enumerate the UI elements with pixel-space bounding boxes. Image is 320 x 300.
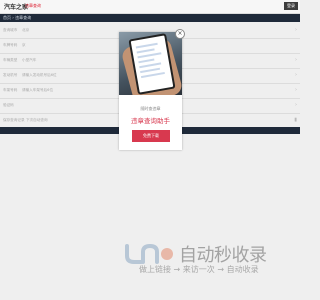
row-value: 北京	[22, 28, 30, 32]
row-value: 小型汽车	[22, 58, 37, 62]
row-label: 车辆类型	[3, 58, 18, 62]
logo-subtitle: 违章查询	[25, 3, 41, 8]
row-label: 验证码	[3, 103, 14, 107]
login-button[interactable]: 登录	[284, 2, 298, 10]
refresh-icon[interactable]: ›	[295, 102, 297, 108]
top-header: 汽车之家 违章查询 登录	[0, 0, 300, 14]
row-label: 车架号码	[3, 88, 18, 92]
help-icon[interactable]: ›	[295, 72, 297, 78]
watermark-logo-icon	[125, 243, 173, 264]
row-value: 请输入发动机号后6位	[22, 73, 57, 77]
app-download-popup: × 随时查违章 违章查询助手 免费下载	[119, 29, 185, 150]
row-label: 保存查询记录	[3, 118, 25, 122]
toggle-icon[interactable]: ▮	[294, 117, 297, 123]
download-button[interactable]: 免费下载	[132, 130, 170, 142]
watermark: 自动秒收录 做上链接 → 来访一次 → 自动收录	[123, 239, 287, 279]
row-label: 车牌号码	[3, 43, 18, 47]
close-icon[interactable]: ×	[175, 29, 185, 39]
popup-subtitle: 随时查违章	[140, 106, 161, 111]
chevron-right-icon: ›	[295, 57, 297, 63]
breadcrumb: 首页 › 违章查询	[0, 14, 300, 22]
watermark-tagline: 做上链接 → 来访一次 → 自动收录	[139, 265, 259, 274]
chevron-right-icon: ›	[295, 27, 297, 33]
row-value: 请输入车架号后6位	[22, 88, 54, 92]
row-label: 查询城市	[3, 28, 18, 32]
row-value: 下次自动查询	[26, 118, 48, 122]
popup-title: 违章查询助手	[131, 117, 170, 125]
help-icon[interactable]: ›	[295, 87, 297, 93]
breadcrumb-text[interactable]: 首页 › 违章查询	[3, 15, 31, 20]
row-label: 发动机号	[3, 73, 18, 77]
phone-image	[119, 32, 182, 95]
row-value: 京	[22, 43, 26, 47]
